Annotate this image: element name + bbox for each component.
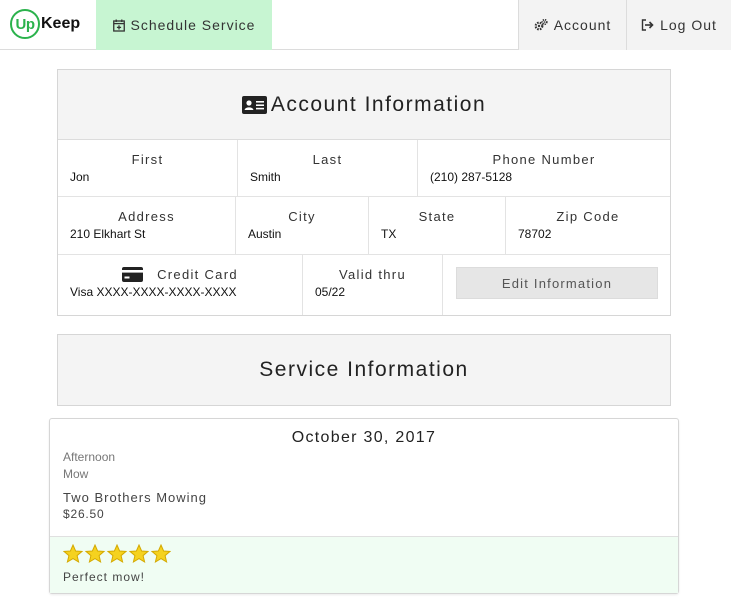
valid-thru-cell: Valid thru 05/22 — [303, 255, 443, 315]
schedule-service-label: Schedule Service — [130, 17, 256, 33]
service-information-title: Service Information — [259, 358, 469, 381]
service-provider: Two Brothers Mowing — [63, 490, 207, 505]
phone-cell: Phone Number (210) 287-5128 — [418, 140, 670, 196]
edit-cell: Edit Information — [443, 255, 670, 315]
state-cell: State TX — [369, 197, 506, 254]
calendar-plus-icon — [112, 19, 125, 32]
city-cell: City Austin — [236, 197, 369, 254]
schedule-service-nav[interactable]: Schedule Service — [96, 0, 272, 50]
address-cell: Address 210 Elkhart St — [58, 197, 236, 254]
credit-card-label: Credit Card — [157, 267, 238, 282]
valid-thru-value: 05/22 — [315, 285, 346, 299]
star-icon[interactable] — [151, 544, 171, 564]
star-icon[interactable] — [129, 544, 149, 564]
first-name-label: First — [131, 152, 164, 167]
last-name-label: Last — [312, 152, 343, 167]
log-out-nav[interactable]: Log Out — [626, 0, 731, 50]
phone-label: Phone Number — [492, 152, 596, 167]
address-label: Address — [118, 209, 175, 224]
account-information-title: Account Information — [270, 92, 487, 116]
star-icon[interactable] — [85, 544, 105, 564]
phone-value: (210) 287-5128 — [430, 170, 513, 184]
star-rating[interactable] — [63, 544, 171, 564]
credit-card-label-wrap: Credit Card — [58, 267, 302, 282]
address-value: 210 Elkhart St — [70, 227, 146, 241]
state-label: State — [418, 209, 456, 224]
service-entry-card: October 30, 2017 Afternoon Mow Two Broth… — [49, 418, 679, 594]
payment-row: Credit Card Visa XXXX-XXXX-XXXX-XXXX Val… — [58, 255, 670, 315]
account-information-panel: Account Information First Jon Last Smith… — [57, 69, 671, 316]
city-label: City — [288, 209, 316, 224]
service-information-header: Service Information — [58, 335, 670, 405]
zip-value: 78702 — [518, 227, 552, 241]
logo-text: Keep — [41, 15, 81, 32]
zip-label: Zip Code — [556, 209, 620, 224]
service-information-panel: Service Information — [57, 334, 671, 406]
credit-card-icon — [122, 267, 144, 282]
edit-information-button[interactable]: Edit Information — [456, 267, 658, 299]
service-time: Afternoon — [63, 450, 116, 464]
last-name-cell: Last Smith — [238, 140, 418, 196]
review-footer: Perfect mow! — [50, 536, 678, 593]
service-price: $26.50 — [63, 507, 105, 521]
id-card-icon — [241, 95, 267, 114]
account-information-header: Account Information — [58, 70, 670, 140]
sign-out-icon — [641, 19, 654, 31]
first-name-value: Jon — [70, 170, 90, 184]
account-nav[interactable]: Account — [518, 0, 626, 50]
state-value: TX — [381, 227, 397, 241]
name-phone-row: First Jon Last Smith Phone Number (210) … — [58, 140, 670, 197]
star-icon[interactable] — [63, 544, 83, 564]
address-row: Address 210 Elkhart St City Austin State… — [58, 197, 670, 255]
gears-icon — [534, 19, 548, 31]
review-text: Perfect mow! — [63, 570, 146, 584]
logo-circle: Up — [10, 9, 40, 39]
last-name-value: Smith — [250, 170, 281, 184]
zip-cell: Zip Code 78702 — [506, 197, 670, 254]
account-label: Account — [553, 17, 612, 33]
upkeep-logo[interactable]: Up Keep — [10, 8, 80, 40]
star-icon[interactable] — [107, 544, 127, 564]
credit-card-value: Visa XXXX-XXXX-XXXX-XXXX — [70, 285, 237, 299]
city-value: Austin — [248, 227, 282, 241]
valid-thru-label: Valid thru — [339, 267, 406, 282]
log-out-label: Log Out — [660, 17, 717, 33]
service-type: Mow — [63, 467, 89, 481]
first-name-cell: First Jon — [58, 140, 238, 196]
top-navbar: Up Keep Schedule Service Account Log Out — [0, 0, 731, 50]
credit-card-cell: Credit Card Visa XXXX-XXXX-XXXX-XXXX — [58, 255, 303, 315]
service-date: October 30, 2017 — [291, 429, 437, 446]
